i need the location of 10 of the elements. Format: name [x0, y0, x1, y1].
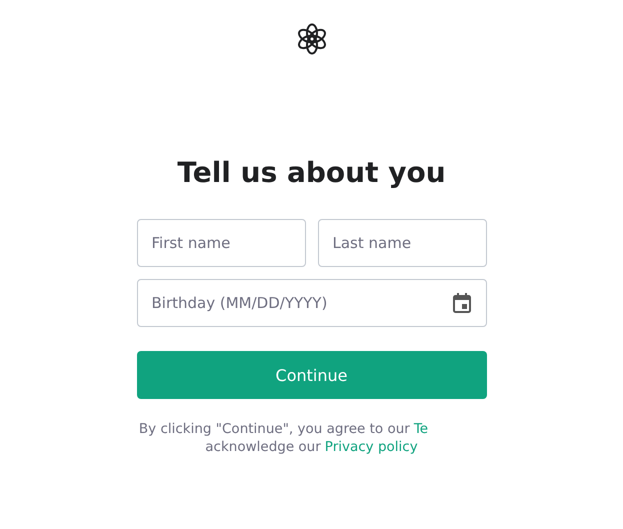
name-field[interactable]: First name [136, 219, 306, 267]
name-field[interactable]: Last name [318, 219, 486, 267]
birthday-field[interactable]: Birthday (MM/DD/YYYY) [136, 279, 486, 327]
page-heading: Tell us about you [177, 156, 446, 189]
privacy-link[interactable]: Privacy policy [324, 439, 418, 455]
legal-text: acknowledge our [205, 439, 321, 455]
terms-link[interactable]: Te [414, 421, 428, 437]
continue-button[interactable]: Continue [136, 351, 486, 399]
legal-text: By clicking "Continue", you agree to our [138, 421, 410, 437]
calendar-icon[interactable] [452, 293, 470, 313]
